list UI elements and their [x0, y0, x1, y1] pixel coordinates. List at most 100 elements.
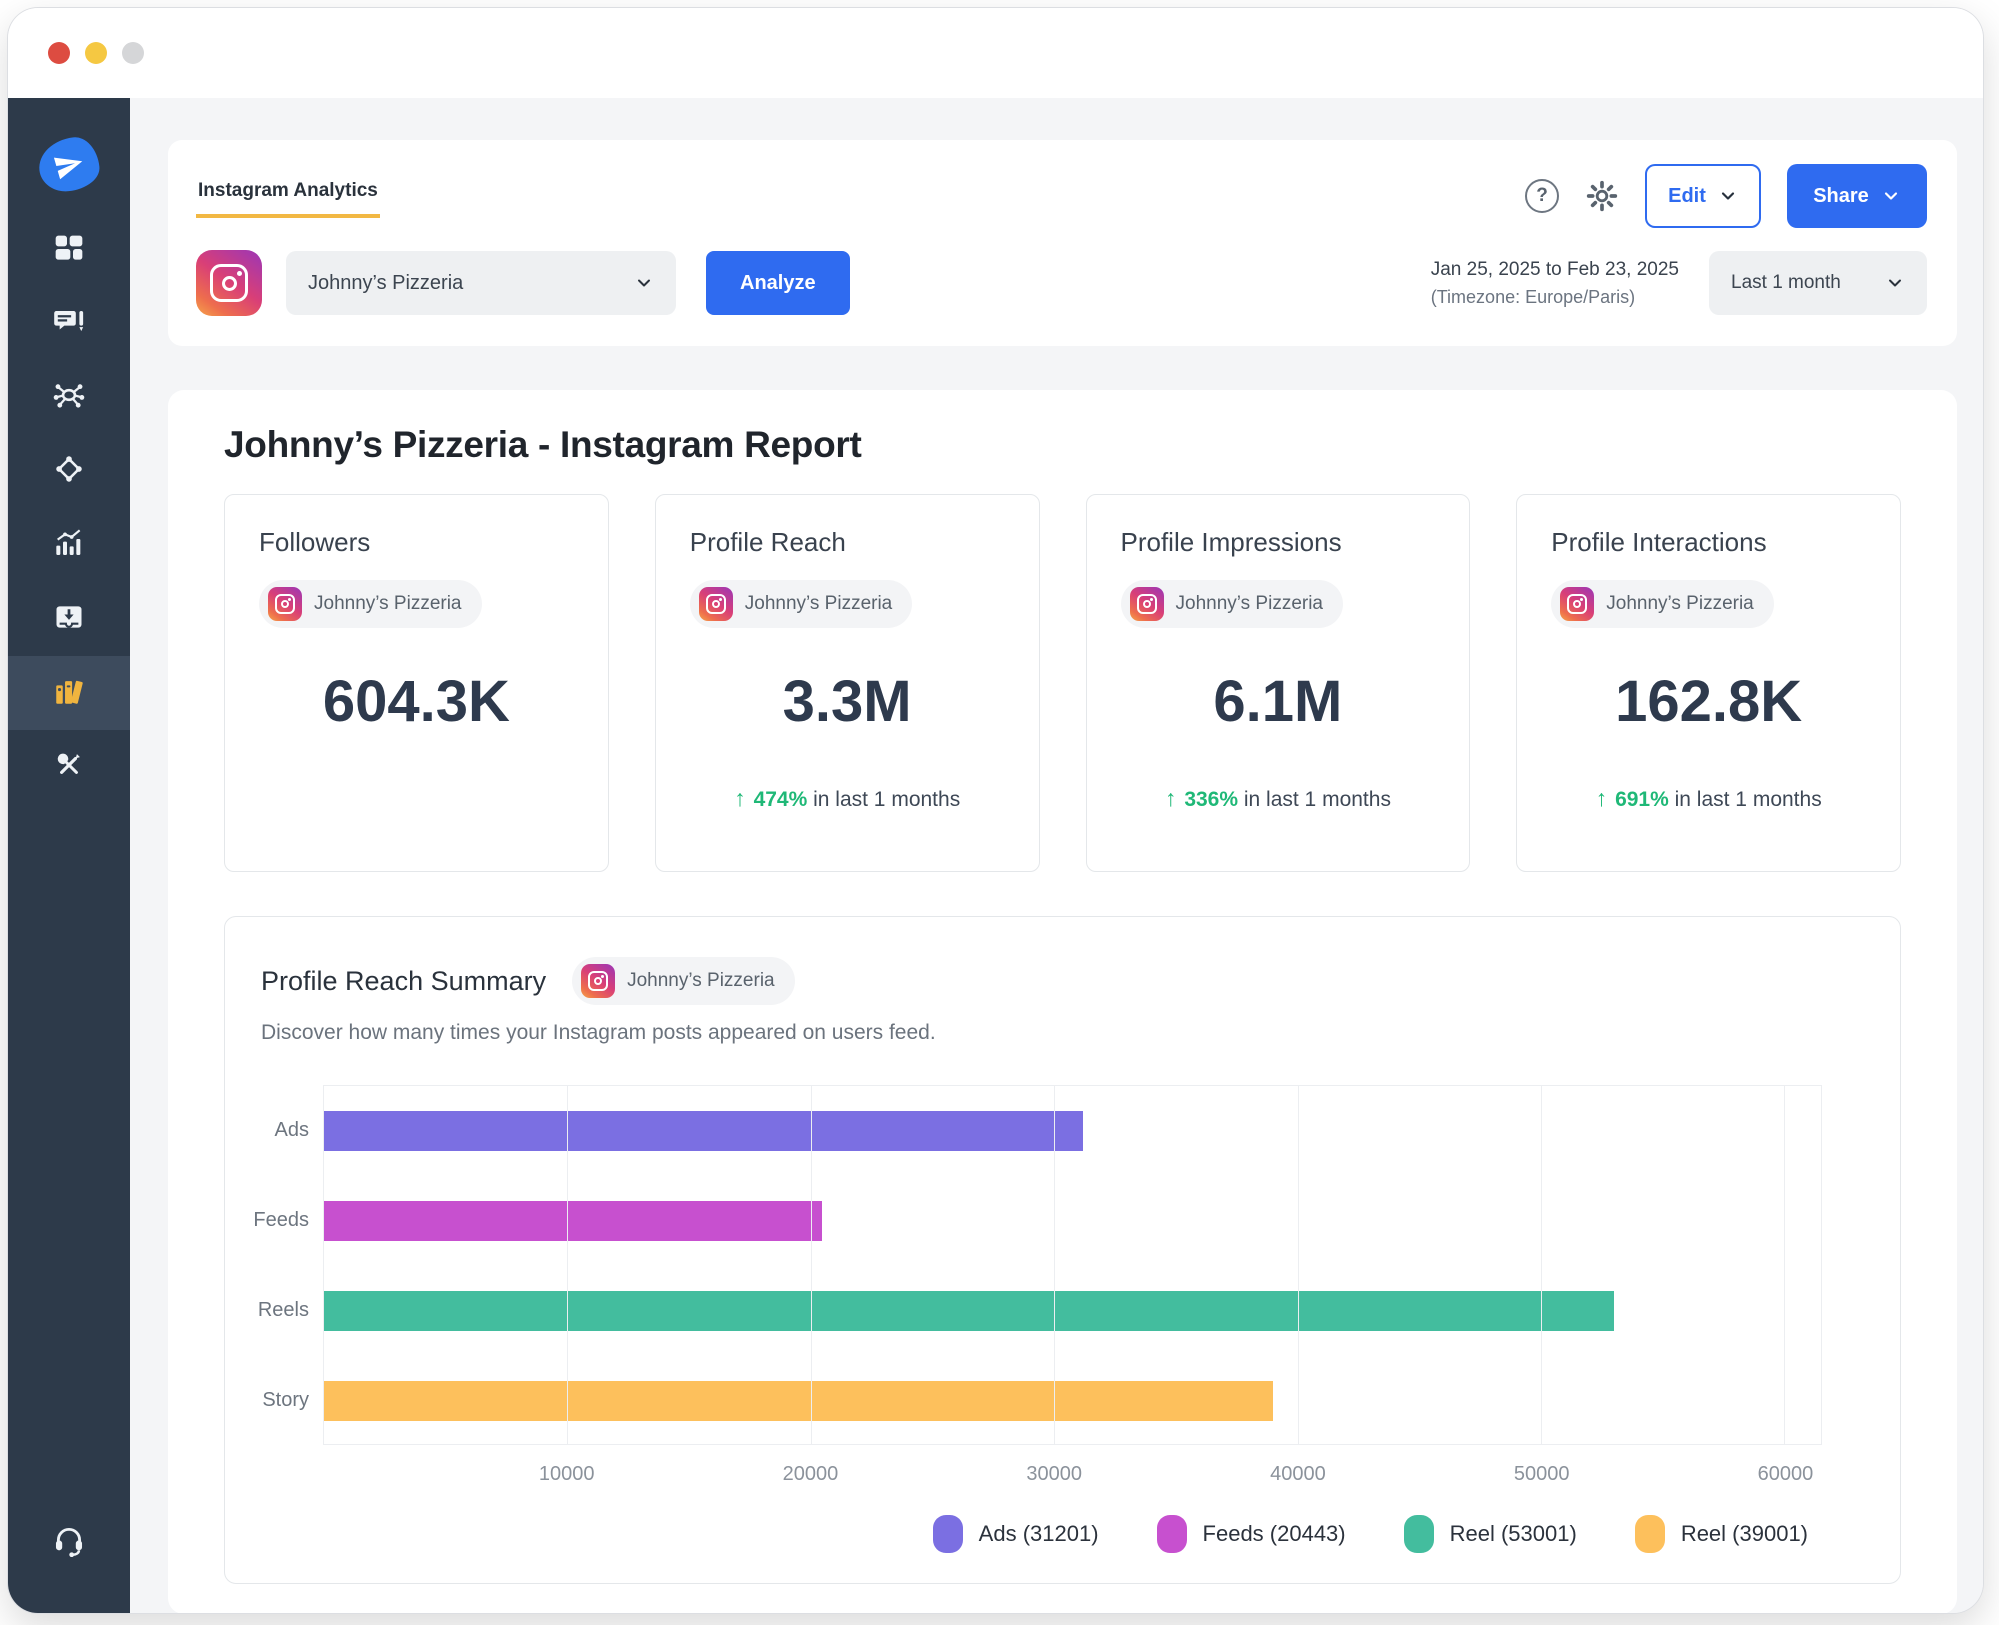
sidebar-item-connect[interactable]: [8, 360, 130, 434]
legend-swatch: [1157, 1515, 1187, 1553]
help-icon[interactable]: ?: [1525, 179, 1559, 213]
gridline: [1054, 1086, 1055, 1444]
sidebar-item-inbox[interactable]: [8, 582, 130, 656]
delta-percent: 691%: [1615, 788, 1669, 811]
stat-value: 3.3M: [690, 668, 1005, 735]
analyze-button[interactable]: Analyze: [706, 251, 850, 315]
gridline: [567, 1086, 568, 1444]
legend-label: Feeds (20443): [1203, 1521, 1346, 1547]
main-content: Instagram Analytics ?: [130, 98, 1983, 1613]
sidebar-item-integrations[interactable]: [8, 434, 130, 508]
xtick-label: 50000: [1514, 1463, 1570, 1486]
time-range-value: Last 1 month: [1731, 272, 1841, 294]
delta-text: in last 1 months: [1669, 788, 1822, 811]
delta-text: in last 1 months: [1238, 788, 1391, 811]
ylabel-ads: Ads: [251, 1085, 323, 1175]
stat-value: 162.8K: [1551, 668, 1866, 735]
gridline: [811, 1086, 812, 1444]
stat-delta: ↑691% in last 1 months: [1551, 785, 1866, 812]
time-range-select[interactable]: Last 1 month: [1709, 251, 1927, 315]
stat-delta: ↑ 336% in last 1 months: [1121, 785, 1436, 812]
legend-item-reel: Reel (53001): [1404, 1515, 1577, 1553]
account-pill: Johnny’s Pizzeria: [572, 957, 795, 1005]
legend-swatch: [1404, 1515, 1434, 1553]
chart-plot-area: [323, 1085, 1822, 1445]
legend-swatch: [1635, 1515, 1665, 1553]
stats-row: Followers Johnny’s Pizzeria 604.3K Profi…: [224, 494, 1901, 872]
sidebar-item-library[interactable]: [8, 656, 130, 730]
post-editor-icon: [53, 305, 85, 342]
app-body: Instagram Analytics ?: [8, 98, 1983, 1613]
stat-label: Profile Interactions: [1551, 527, 1866, 558]
chevron-down-icon: [1881, 186, 1901, 206]
account-select[interactable]: Johnny’s Pizzeria: [286, 251, 676, 315]
sidebar-item-tools[interactable]: [8, 730, 130, 804]
stat-card-profile-impressions: Profile Impressions Johnny’s Pizzeria 6.…: [1086, 494, 1471, 872]
chart-ylabels: Ads Feeds Reels Story: [251, 1085, 323, 1445]
share-button-label: Share: [1813, 185, 1869, 208]
report-title: Johnny’s Pizzeria - Instagram Report: [224, 424, 1901, 466]
delta-text: in last 1 months: [807, 788, 960, 811]
chart-subtitle: Discover how many times your Instagram p…: [251, 1021, 1822, 1045]
chevron-down-icon: [634, 273, 654, 293]
delta-percent: 336%: [1184, 788, 1238, 811]
sidebar-item-dashboard[interactable]: [8, 212, 130, 286]
headset-icon: [52, 1523, 86, 1562]
instagram-icon: [1560, 587, 1594, 621]
bar-feeds: [324, 1201, 822, 1241]
chevron-down-icon: [1885, 273, 1905, 293]
legend-item-feeds: Feeds (20443): [1157, 1515, 1346, 1553]
dashboard-icon: [53, 231, 85, 268]
minimize-window-button[interactable]: [85, 42, 107, 64]
account-pill-label: Johnny’s Pizzeria: [745, 593, 893, 615]
sidebar-item-support[interactable]: [8, 1505, 130, 1579]
account-pill-label: Johnny’s Pizzeria: [627, 970, 775, 992]
stat-label: Profile Impressions: [1121, 527, 1436, 558]
instagram-icon: [581, 964, 615, 998]
bar-reels: [324, 1291, 1614, 1331]
chart-card: Profile Reach Summary Johnny’s Pizzeria …: [224, 916, 1901, 1584]
sidebar-item-posts[interactable]: [8, 286, 130, 360]
gridline: [1784, 1086, 1785, 1444]
date-range-block: Jan 25, 2025 to Feb 23, 2025 (Timezone: …: [1431, 259, 1679, 308]
chart-legend: Ads (31201) Feeds (20443) Reel (53001): [251, 1515, 1822, 1553]
chart-row-ads: [324, 1086, 1821, 1176]
edit-button[interactable]: Edit: [1645, 164, 1761, 228]
stat-card-profile-reach: Profile Reach Johnny’s Pizzeria 3.3M ↑47…: [655, 494, 1040, 872]
account-pill: Johnny’s Pizzeria: [1121, 580, 1344, 628]
report-card: Johnny’s Pizzeria - Instagram Report Fol…: [168, 390, 1957, 1613]
stat-value: 6.1M: [1121, 668, 1436, 735]
sidebar: [8, 98, 130, 1613]
stat-label: Followers: [259, 527, 574, 558]
network-icon: [52, 378, 86, 417]
instagram-icon: [699, 587, 733, 621]
account-pill-label: Johnny’s Pizzeria: [1176, 593, 1324, 615]
sidebar-item-analytics[interactable]: [8, 508, 130, 582]
account-pill-label: Johnny’s Pizzeria: [1606, 593, 1754, 615]
tools-icon: [53, 749, 85, 786]
edit-button-label: Edit: [1668, 185, 1706, 208]
xtick-label: 20000: [783, 1463, 839, 1486]
gridline: [1298, 1086, 1299, 1444]
instagram-icon: [268, 587, 302, 621]
arrow-up-icon: ↑: [1165, 785, 1177, 811]
chart-row-reels: [324, 1266, 1821, 1356]
chart-title: Profile Reach Summary: [261, 966, 546, 997]
legend-label: Reel (39001): [1681, 1521, 1808, 1547]
stat-card-followers: Followers Johnny’s Pizzeria 604.3K: [224, 494, 609, 872]
account-pill: Johnny’s Pizzeria: [259, 580, 482, 628]
maximize-window-button[interactable]: [122, 42, 144, 64]
close-window-button[interactable]: [48, 42, 70, 64]
tab-instagram-analytics[interactable]: Instagram Analytics: [196, 174, 380, 218]
chevron-down-icon: [1718, 186, 1738, 206]
settings-gear-icon[interactable]: [1585, 179, 1619, 213]
sidebar-item-logo[interactable]: [8, 116, 130, 212]
ylabel-story: Story: [251, 1355, 323, 1445]
share-button[interactable]: Share: [1787, 164, 1927, 228]
chart-xticks: 100002000030000400005000060000: [323, 1445, 1822, 1489]
diamond-nodes-icon: [52, 452, 86, 491]
bar-story: [324, 1381, 1273, 1421]
gridline: [1541, 1086, 1542, 1444]
ylabel-reels: Reels: [251, 1265, 323, 1355]
stat-label: Profile Reach: [690, 527, 1005, 558]
